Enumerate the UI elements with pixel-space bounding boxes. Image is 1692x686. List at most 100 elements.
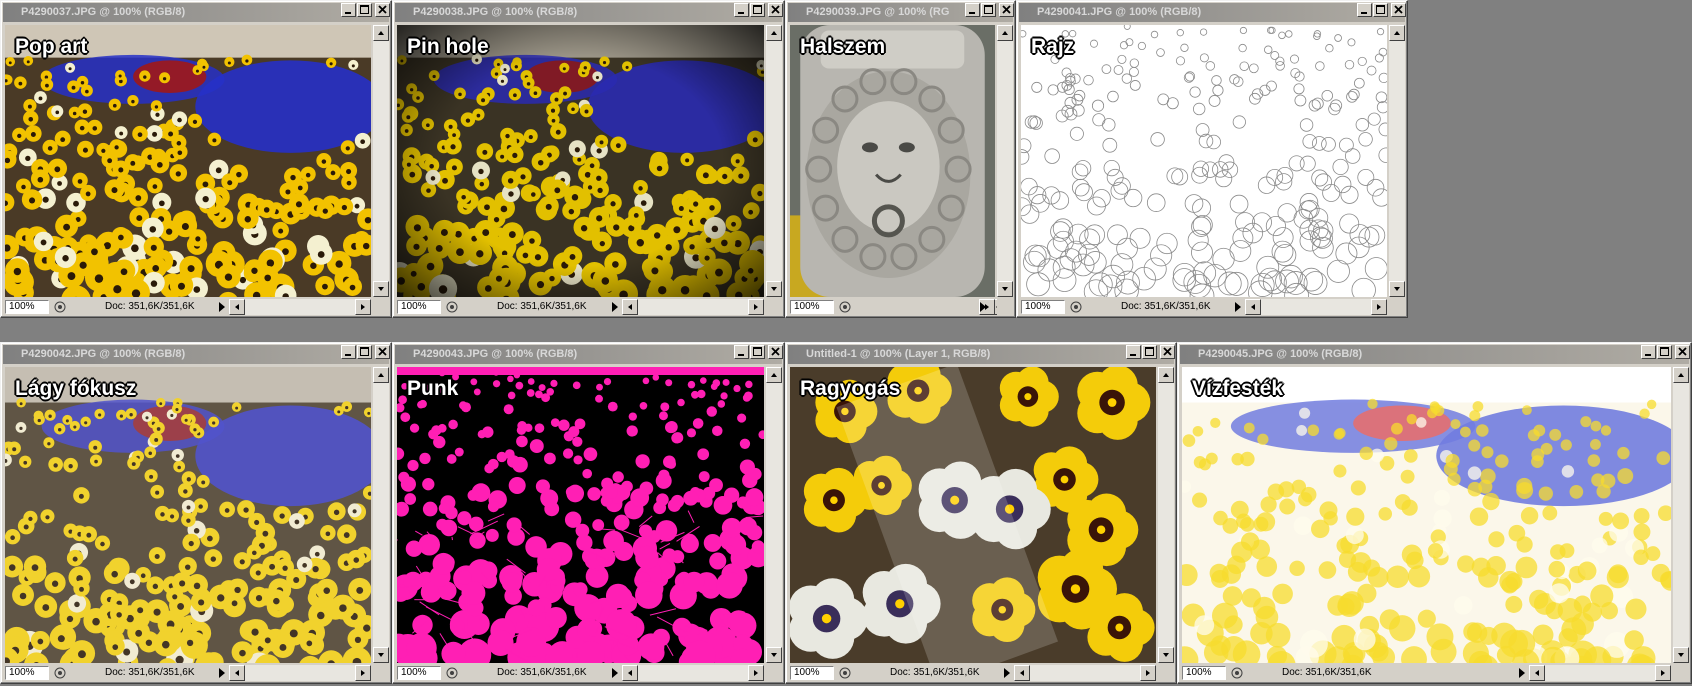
window-titlebar[interactable]: Untitled-1 @ 100% (Layer 1, RGB/8) [788,345,1174,364]
image-canvas[interactable]: Halszem [790,25,995,297]
resize-corner[interactable] [997,299,1013,315]
vertical-scrollbar[interactable] [1673,367,1689,663]
scroll-up-arrow-icon[interactable] [373,25,389,41]
scroll-right-arrow-icon[interactable] [1371,299,1387,315]
close-icon[interactable] [375,3,390,17]
zoom-field[interactable]: 100% [790,666,834,680]
scroll-right-arrow-icon[interactable] [748,299,764,315]
document-window-pop-art[interactable]: P4290037.JPG @ 100% (RGB/8) Pop art 100%… [0,0,392,318]
scroll-up-arrow-icon[interactable] [766,25,782,41]
maximize-icon[interactable] [357,345,372,359]
close-icon[interactable] [999,3,1014,17]
vertical-scrollbar[interactable] [766,25,782,297]
horizontal-scrollbar[interactable] [622,299,764,315]
info-icon[interactable] [1069,300,1083,314]
scroll-down-arrow-icon[interactable] [373,281,389,297]
maximize-icon[interactable] [750,3,765,17]
horizontal-scrollbar[interactable] [622,665,764,681]
vertical-scrollbar[interactable] [1389,25,1405,297]
zoom-field[interactable]: 100% [397,300,441,314]
scroll-left-arrow-icon[interactable] [622,299,638,315]
minimize-icon[interactable] [1357,3,1372,17]
scroll-up-arrow-icon[interactable] [997,25,1013,41]
window-titlebar[interactable]: P4290037.JPG @ 100% (RGB/8) [3,3,389,22]
horizontal-scrollbar[interactable] [1529,665,1671,681]
scroll-up-arrow-icon[interactable] [1673,367,1689,383]
close-icon[interactable] [768,345,783,359]
play-arrow-icon[interactable] [980,302,986,312]
scroll-down-arrow-icon[interactable] [373,647,389,663]
maximize-icon[interactable] [1373,3,1388,17]
play-arrow-icon[interactable] [219,668,225,678]
image-canvas[interactable]: Lágy fókusz [5,367,371,663]
image-canvas[interactable]: Ragyogás [790,367,1156,663]
horizontal-scrollbar[interactable] [229,299,371,315]
zoom-field[interactable]: 100% [1021,300,1065,314]
maximize-icon[interactable] [357,3,372,17]
close-icon[interactable] [768,3,783,17]
document-window-rajz[interactable]: P4290041.JPG @ 100% (RGB/8) Rajz 100% Do… [1016,0,1408,318]
scroll-left-arrow-icon[interactable] [622,665,638,681]
info-icon[interactable] [53,300,67,314]
info-icon[interactable] [445,666,459,680]
document-window-punk[interactable]: P4290043.JPG @ 100% (RGB/8) Punk 100% Do… [392,342,785,684]
document-window-lagy-fokusz[interactable]: P4290042.JPG @ 100% (RGB/8) Lágy fókusz … [0,342,392,684]
image-canvas[interactable]: Rajz [1021,25,1387,297]
document-window-vizfestek[interactable]: P4290045.JPG @ 100% (RGB/8) Vízfesték 10… [1177,342,1692,684]
horizontal-scrollbar[interactable] [229,665,371,681]
resize-corner[interactable] [766,665,782,681]
scroll-right-arrow-icon[interactable] [355,299,371,315]
window-titlebar[interactable]: P4290043.JPG @ 100% (RGB/8) [395,345,782,364]
scroll-down-arrow-icon[interactable] [1389,281,1405,297]
minimize-icon[interactable] [1641,345,1656,359]
play-arrow-icon[interactable] [1004,668,1010,678]
minimize-icon[interactable] [734,345,749,359]
maximize-icon[interactable] [750,345,765,359]
maximize-icon[interactable] [1142,345,1157,359]
maximize-icon[interactable] [981,3,996,17]
zoom-field[interactable]: 100% [5,666,49,680]
scroll-up-arrow-icon[interactable] [1158,367,1174,383]
resize-corner[interactable] [1673,665,1689,681]
scroll-left-arrow-icon[interactable] [229,299,245,315]
zoom-field[interactable]: 100% [1182,666,1226,680]
info-icon[interactable] [838,300,852,314]
scroll-up-arrow-icon[interactable] [373,367,389,383]
scroll-down-arrow-icon[interactable] [766,647,782,663]
info-icon[interactable] [838,666,852,680]
scroll-down-arrow-icon[interactable] [1158,647,1174,663]
horizontal-scrollbar[interactable] [1245,299,1387,315]
minimize-icon[interactable] [341,345,356,359]
resize-corner[interactable] [373,299,389,315]
zoom-field[interactable]: 100% [5,300,49,314]
scroll-left-arrow-icon[interactable] [1245,299,1261,315]
window-titlebar[interactable]: P4290045.JPG @ 100% (RGB/8) [1180,345,1689,364]
vertical-scrollbar[interactable] [766,367,782,663]
scroll-down-arrow-icon[interactable] [997,281,1013,297]
play-arrow-icon[interactable] [612,668,618,678]
close-icon[interactable] [1675,345,1690,359]
scroll-right-arrow-icon[interactable] [1140,665,1156,681]
image-canvas[interactable]: Pin hole [397,25,764,297]
scroll-up-arrow-icon[interactable] [1389,25,1405,41]
scroll-left-arrow-icon[interactable] [1529,665,1545,681]
image-canvas[interactable]: Vízfesték [1182,367,1671,663]
play-arrow-icon[interactable] [1235,302,1241,312]
play-arrow-icon[interactable] [612,302,618,312]
play-arrow-icon[interactable] [1519,668,1525,678]
play-arrow-icon[interactable] [219,302,225,312]
scroll-up-arrow-icon[interactable] [766,367,782,383]
document-window-ragyogas[interactable]: Untitled-1 @ 100% (Layer 1, RGB/8) Ragyo… [785,342,1177,684]
info-icon[interactable] [1230,666,1244,680]
scroll-right-arrow-icon[interactable] [1655,665,1671,681]
scroll-right-arrow-icon[interactable] [748,665,764,681]
info-icon[interactable] [53,666,67,680]
zoom-field[interactable]: 100% [790,300,834,314]
minimize-icon[interactable] [341,3,356,17]
window-titlebar[interactable]: P4290042.JPG @ 100% (RGB/8) [3,345,389,364]
maximize-icon[interactable] [1657,345,1672,359]
vertical-scrollbar[interactable] [373,25,389,297]
scroll-left-arrow-icon[interactable] [229,665,245,681]
horizontal-scrollbar[interactable] [990,299,995,315]
resize-corner[interactable] [766,299,782,315]
